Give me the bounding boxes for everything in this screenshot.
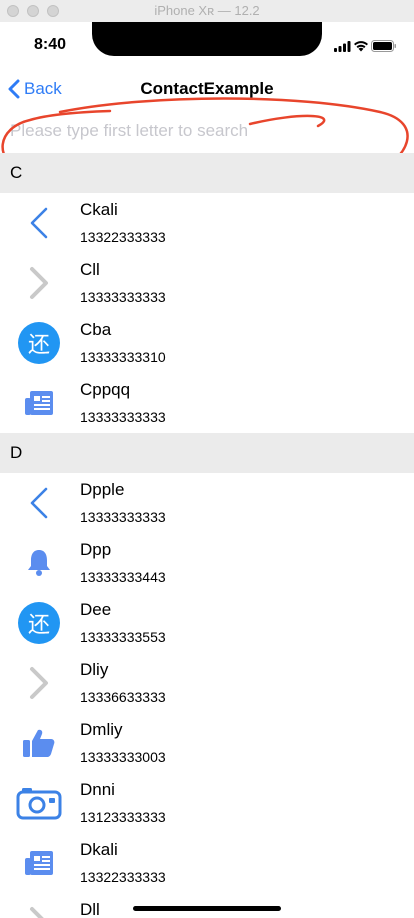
contact-row[interactable]: Dliy 13336633333 (0, 653, 414, 713)
wifi-icon (354, 41, 368, 52)
contact-name: Cppqq (80, 380, 131, 399)
simulator-title-bar: iPhone Xʀ — 12.2 (0, 0, 414, 23)
status-time: 8:40 (34, 36, 67, 53)
section-letter: D (10, 443, 23, 462)
chevron-right-icon (14, 663, 64, 703)
chevron-left-icon (14, 203, 64, 243)
contact-phone: 13333333333 (80, 409, 166, 425)
contact-name: Dnni (80, 780, 115, 799)
status-icons (334, 39, 396, 53)
section-header-c: C (0, 153, 414, 193)
contact-row[interactable]: Cppqq 13333333333 (0, 373, 414, 433)
section-header-d: D (0, 433, 414, 473)
return-badge-icon: 还 (14, 322, 64, 364)
badge-char: 还 (18, 322, 60, 364)
search-input[interactable] (10, 118, 404, 144)
camera-icon (14, 783, 64, 823)
contact-name: Dliy (80, 660, 109, 679)
contact-name: Dpp (80, 540, 112, 559)
contact-name: Dkali (80, 840, 118, 859)
chevron-left-icon (14, 483, 64, 523)
contact-row[interactable]: Dpp 13333333443 (0, 533, 414, 593)
section-letter: C (10, 163, 23, 182)
contact-row[interactable]: Dkali 13322333333 (0, 833, 414, 893)
contact-name: Cll (80, 260, 100, 279)
home-indicator (133, 906, 281, 911)
signal-icon (334, 41, 351, 52)
news-icon (14, 383, 64, 423)
contact-phone: 13322333333 (80, 229, 166, 245)
notch (92, 22, 322, 56)
device-screen: 8:40 Back ContactExample Please type fir… (0, 22, 414, 918)
contact-name: Dmliy (80, 720, 123, 739)
contact-row[interactable]: Ckali 13322333333 (0, 193, 414, 253)
contact-row[interactable]: Dnni 13123333333 (0, 773, 414, 833)
thumbs-up-icon (14, 723, 64, 763)
contact-phone: 13333333003 (80, 749, 166, 765)
contact-phone: 13333333333 (80, 289, 166, 305)
chevron-right-icon (14, 903, 64, 918)
contact-name: Dee (80, 600, 112, 619)
contact-row[interactable]: 还 Cba 13333333310 (0, 313, 414, 373)
chevron-right-icon (14, 263, 64, 303)
contact-name: Cba (80, 320, 112, 339)
contact-row[interactable]: 还 Dee 13333333553 (0, 593, 414, 653)
contact-phone: 13333333553 (80, 629, 166, 645)
page-title: ContactExample (140, 79, 274, 98)
contact-phone: 13333333333 (80, 509, 166, 525)
contact-phone: 13336633333 (80, 689, 166, 705)
contact-phone: 13333333310 (80, 349, 166, 365)
badge-char: 还 (18, 602, 60, 644)
contact-row[interactable]: Cll 13333333333 (0, 253, 414, 313)
contact-name: Ckali (80, 200, 118, 219)
search-bar (0, 110, 414, 153)
contact-name: Dll (80, 900, 100, 918)
contact-row[interactable]: Dpple 13333333333 (0, 473, 414, 533)
return-badge-icon: 还 (14, 602, 64, 644)
contact-phone: 13333333443 (80, 569, 166, 585)
news-icon (14, 843, 64, 883)
contact-row[interactable]: Dmliy 13333333003 (0, 713, 414, 773)
contact-phone: 13322333333 (80, 869, 166, 885)
window-title: iPhone Xʀ — 12.2 (154, 3, 260, 18)
navigation-bar: Back ContactExample (0, 66, 414, 111)
contact-name: Dpple (80, 480, 125, 499)
contact-list: C Ckali 13322333333 Cll 13333333333 还 Cba 13333… (0, 153, 414, 918)
bell-icon (14, 543, 64, 583)
battery-icon (371, 40, 396, 52)
contact-phone: 13123333333 (80, 809, 166, 825)
